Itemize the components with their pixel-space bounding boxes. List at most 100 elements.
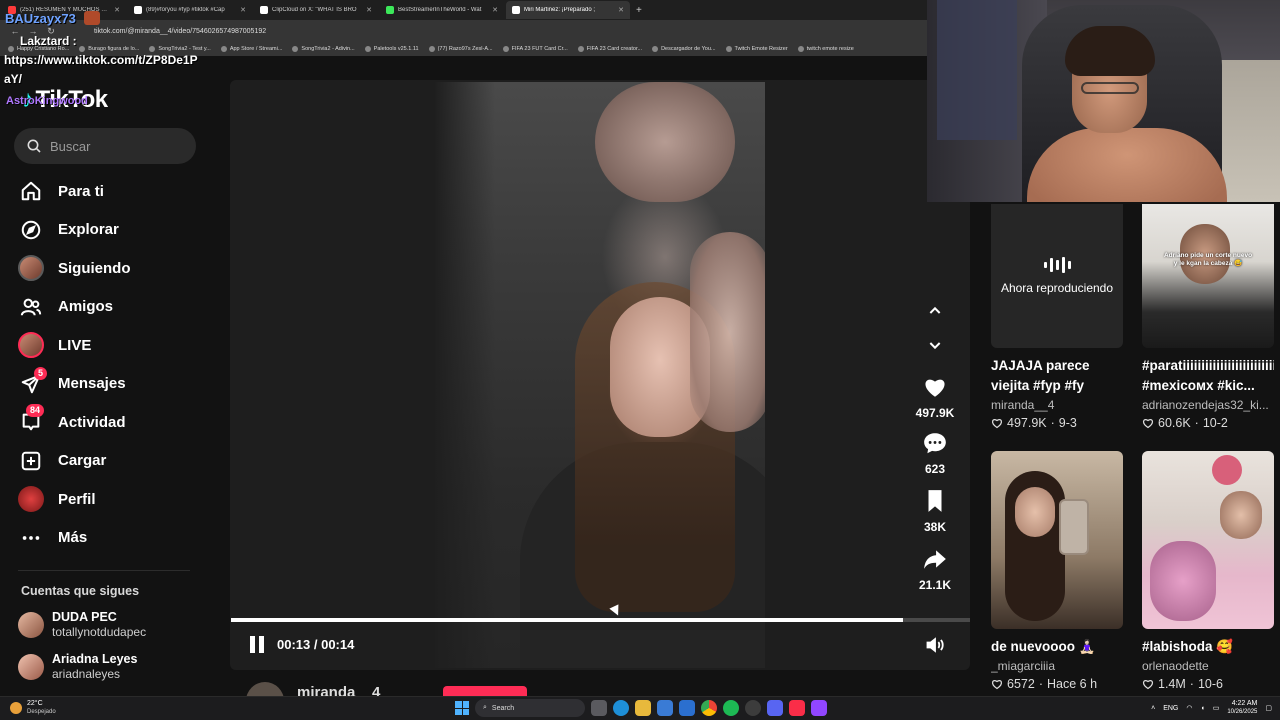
close-tab-icon[interactable]: ✕: [492, 6, 498, 14]
sidebar-item-mas[interactable]: Más: [18, 519, 208, 558]
bookmark[interactable]: Paletools v25.1.11: [364, 46, 419, 52]
wifi-icon[interactable]: ◠: [1186, 704, 1192, 712]
activity-icon: 84: [18, 404, 45, 435]
like-action[interactable]: 497.9K: [910, 374, 960, 420]
compass-icon: [18, 217, 44, 243]
twitch-icon[interactable]: [811, 700, 827, 716]
speaker-icon[interactable]: ◖: [1200, 705, 1204, 712]
bookmark[interactable]: twitch emote resize: [797, 46, 854, 52]
bookmark[interactable]: App Store / Streami...: [220, 46, 282, 52]
sidebar-item-live[interactable]: LIVE: [18, 326, 208, 365]
video-hand-blur-2: [690, 232, 765, 432]
bookmark[interactable]: (77) Razo97s Zesl-A...: [428, 46, 493, 52]
sidebar-item-label: Para ti: [58, 182, 104, 200]
following-account[interactable]: DUDA PEC totallynotdudapec: [18, 610, 218, 640]
save-action[interactable]: 38K: [910, 488, 960, 534]
address-bar: ← → ↻ tiktok.com/@miranda__4/video/75460…: [0, 20, 930, 42]
video-card[interactable]: Adriano pide un corte nuevo y le kgan la…: [1142, 204, 1274, 430]
clock-date: 10/26/2025: [1227, 709, 1258, 715]
webcam-overlay: [927, 0, 1280, 202]
obs-icon[interactable]: [745, 700, 761, 716]
previous-video-button[interactable]: [922, 298, 948, 324]
sidebar-item-mensajes[interactable]: 5 Mensajes: [18, 365, 208, 404]
meta-separator: ·: [1038, 677, 1043, 691]
file-explorer-icon[interactable]: [635, 700, 651, 716]
video-card[interactable]: de nuevoooo 🧘🏻‍♀️ _miagarciiia 6572 · Hace…: [991, 451, 1123, 691]
bookmark[interactable]: Twitch Emote Resizer: [725, 46, 788, 52]
browser-tab[interactable]: ClipCloud on X: "WHAT IS BRO ✕: [254, 1, 378, 19]
next-video-button[interactable]: [922, 332, 948, 358]
close-tab-icon[interactable]: ✕: [114, 6, 120, 14]
share-icon: [924, 550, 946, 569]
sidebar-item-explorar[interactable]: Explorar: [18, 211, 208, 250]
volume-icon[interactable]: [924, 635, 946, 655]
bookmark[interactable]: FIFA 23 Card creator...: [577, 46, 642, 52]
comment-action[interactable]: 623: [910, 430, 960, 476]
sidebar-item-actividad[interactable]: 84 Actividad: [18, 403, 208, 442]
url-field[interactable]: tiktok.com/@miranda__4/video/75460265749…: [94, 28, 266, 35]
video-progress-bar[interactable]: [231, 618, 970, 622]
sidebar-item-perfil[interactable]: Perfil: [18, 480, 208, 519]
browser-tab[interactable]: (89)#foryou #fyp #tiktok #Cap ✕: [128, 1, 252, 19]
clock[interactable]: 4:22 AM 10/26/2025: [1227, 699, 1257, 717]
back-icon[interactable]: ←: [10, 26, 20, 36]
store-icon[interactable]: [657, 700, 673, 716]
video-card[interactable]: #labishoda 🥰 orlenaodette 1.4M · 10-6: [1142, 451, 1274, 691]
follow-button[interactable]: [443, 686, 527, 696]
now-playing-label: Ahora reproduciendo: [1000, 281, 1114, 295]
sidebar-item-siguiendo[interactable]: Siguiendo: [18, 249, 208, 288]
share-action[interactable]: 21.1K: [910, 546, 960, 592]
mail-icon[interactable]: [679, 700, 695, 716]
comment-count: 623: [924, 462, 946, 476]
notifications-icon[interactable]: ▢: [1265, 704, 1272, 712]
search-box[interactable]: [14, 128, 196, 164]
taskbar-search[interactable]: ⌕ Search: [475, 699, 585, 717]
video-meta: 6572 · Hace 6 h: [991, 677, 1123, 691]
bookmark[interactable]: Descargador de You...: [652, 46, 716, 52]
bookmark-favicon-icon: [725, 46, 732, 52]
video-shadow: [435, 82, 495, 668]
author-avatar[interactable]: [246, 682, 284, 696]
sidebar-item-amigos[interactable]: Amigos: [18, 288, 208, 327]
battery-icon[interactable]: ▭: [1213, 704, 1220, 712]
bookmark[interactable]: SongTrivia2 - Adivin...: [292, 46, 355, 52]
sidebar-item-label: LIVE: [58, 336, 92, 354]
close-tab-icon[interactable]: ✕: [366, 6, 372, 14]
search-input[interactable]: [50, 138, 180, 154]
video-frame[interactable]: [435, 82, 765, 668]
music-icon[interactable]: [789, 700, 805, 716]
browser-tab-active[interactable]: Miri Martinez: ¡Preparado ; ✕: [506, 1, 630, 19]
weather-desc: Despejado: [27, 709, 56, 715]
close-tab-icon[interactable]: ✕: [618, 6, 624, 14]
bookmark-icon: [928, 490, 942, 512]
task-view-icon[interactable]: [591, 700, 607, 716]
language-indicator[interactable]: ENG: [1163, 705, 1178, 712]
close-tab-icon[interactable]: ✕: [240, 6, 246, 14]
bookmark-favicon-icon: [220, 46, 227, 52]
bookmark[interactable]: FIFA 23 FUT Card Cr...: [502, 46, 568, 52]
discord-icon[interactable]: [767, 700, 783, 716]
thumbnail-face: [1220, 491, 1262, 539]
edge-icon[interactable]: [613, 700, 629, 716]
tray-chevron-icon[interactable]: ˄: [1151, 705, 1155, 712]
meta-separator: ·: [1050, 416, 1055, 430]
author-name[interactable]: miranda__4: [297, 684, 380, 696]
sidebar-item-para-ti[interactable]: Para ti: [18, 172, 208, 211]
following-account[interactable]: Ariadna Leyes ariadnaleyes: [18, 652, 218, 682]
weather-widget[interactable]: 22°C Despejado: [10, 700, 56, 716]
bookmark[interactable]: Burago figura de lo...: [79, 46, 139, 52]
more-icon: [18, 525, 44, 551]
chrome-icon[interactable]: [701, 700, 717, 716]
bookmark-favicon-icon: [797, 46, 804, 52]
video-card[interactable]: Ahora reproduciendo JAJAJA parece viejit…: [991, 204, 1123, 430]
new-tab-icon[interactable]: +: [636, 5, 642, 16]
tab-favicon-icon: [386, 6, 394, 14]
sidebar-item-cargar[interactable]: Cargar: [18, 442, 208, 481]
spotify-icon[interactable]: [723, 700, 739, 716]
browser-tab[interactable]: BestStreamerInTheWorld - Wat ✕: [380, 1, 504, 19]
video-caption: JAJAJA parece viejita #fyp #fy: [991, 358, 1090, 393]
pause-button[interactable]: [250, 636, 268, 654]
bookmark[interactable]: SongTrivia2 - Test y...: [149, 46, 211, 52]
system-tray: ˄ ENG ◠ ◖ ▭ 4:22 AM 10/26/2025 ▢: [1151, 699, 1272, 717]
windows-start-icon[interactable]: [455, 701, 469, 715]
